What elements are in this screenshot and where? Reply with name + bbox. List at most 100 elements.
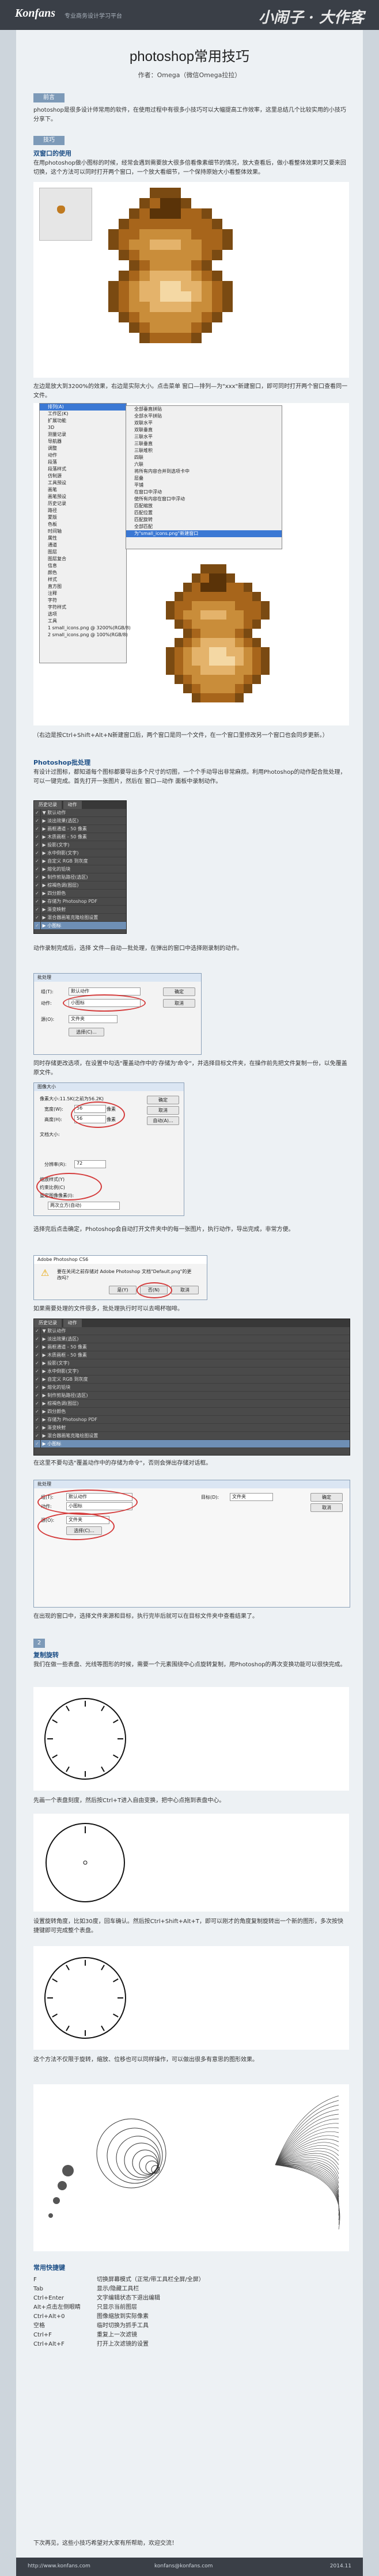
check-icon[interactable]: ✓ [34,1343,41,1351]
check-icon[interactable]: ✓ [34,833,41,841]
action-row[interactable]: ✓ ▶ 投影(文字) [34,1359,350,1367]
action-row[interactable]: ✓ ▶ 木质画框 - 50 像素 [34,1351,350,1359]
menu-item[interactable]: 仿制源 [40,473,126,480]
action-row[interactable]: ✓ ▶ 混合器画笔克隆绘图设置 [34,1432,350,1440]
menu-item[interactable]: 时间轴 [40,528,126,535]
action-row[interactable]: ✓ ▼ 默认动作 [34,1327,350,1335]
menu-item[interactable]: 排列(A) [40,404,126,411]
check-icon[interactable]: ✓ [34,1384,41,1391]
action-row[interactable]: ✓ ▶ 熔化的铅块 [34,1384,350,1392]
action-row[interactable]: ✓ ▶ 木质画框 - 50 像素 [34,833,126,841]
check-icon[interactable]: ✓ [34,1416,41,1423]
footer-email[interactable]: konfans@konfans.com [154,2563,213,2569]
menu-item[interactable]: 匹配缩放 [126,503,282,510]
ok-button[interactable]: 确定 [163,987,195,996]
menu-item[interactable]: 颜色 [40,569,126,576]
menu-item[interactable]: 图层复合 [40,556,126,563]
menu-item[interactable]: 字符 [40,597,126,604]
choose-button[interactable]: 选择(C)... [69,1028,104,1036]
action-row[interactable]: ✓ ▶ 画框通道 - 50 像素 [34,1343,350,1351]
action-row[interactable]: ✓ ▶ 水中倒影(文字) [34,849,126,857]
check-icon[interactable]: ✓ [34,1327,41,1335]
menu-item[interactable]: 平铺 [126,482,282,489]
check-icon[interactable]: ✓ [34,914,41,921]
size-auto-button[interactable]: 自动(A)... [147,1116,179,1125]
check-icon[interactable]: ✓ [34,841,41,849]
menu-item[interactable]: 四联 [126,454,282,461]
check-icon[interactable]: ✓ [34,906,41,913]
menu-item[interactable]: 工具 [40,618,126,625]
menu-item[interactable]: 属性 [40,535,126,542]
menu-item[interactable]: 注释 [40,590,126,597]
check-icon[interactable]: ✓ [34,1408,41,1415]
menu-item[interactable]: 扩展功能 [40,417,126,424]
menu-item[interactable]: 通道 [40,542,126,549]
menu-item[interactable]: 图层 [40,549,126,556]
action-row[interactable]: ✓ ▶ 投影(文字) [34,841,126,849]
action-row[interactable]: ✓ ▶ 熔化的铅块 [34,865,126,873]
menu-item[interactable]: 信息 [40,563,126,569]
tab-history[interactable]: 历史记录 [34,801,62,809]
menu-item[interactable]: 全部匹配 [126,523,282,530]
menu-item[interactable]: 导航器 [40,438,126,445]
tab-actions[interactable]: 动作 [63,801,82,809]
check-icon[interactable]: ✓ [34,1432,41,1439]
menu-item[interactable]: 样式 [40,576,126,583]
actions-panel[interactable]: 历史记录 动作 ✓ ▼ 默认动作 ✓ ▶ 淡出效果(选区) ✓ ▶ 画框通道 - 5… [33,800,127,934]
check-icon[interactable]: ✓ [34,1335,41,1343]
menu-item[interactable]: 字符样式 [40,604,126,611]
check-icon[interactable]: ✓ [34,1424,41,1431]
action-row[interactable]: ✓ ▶ 自定义 RGB 到灰度 [34,857,126,865]
menu-item[interactable]: 匹配位置 [126,510,282,516]
arrange-submenu[interactable]: 全部垂直拼贴 全部水平拼贴 双联水平 双联垂直 三联水平 三联垂直 三联堆积 四联 六联 将所有内… [126,405,282,549]
menu-item[interactable]: 三联堆积 [126,447,282,454]
menu-item[interactable]: 匹配旋转 [126,516,282,523]
check-icon[interactable]: ✓ [34,817,41,825]
menu-item[interactable]: 画笔预设 [40,493,126,500]
check-icon[interactable]: ✓ [34,882,41,889]
action-row[interactable]: ✓ ▶ 水中倒影(文字) [34,1367,350,1376]
action-row[interactable]: ✓ ▶ 淡出效果(选区) [34,817,126,825]
check-icon[interactable]: ✓ [34,809,41,816]
menu-item[interactable]: 双联水平 [126,420,282,427]
batch-ok-button[interactable]: 确定 [310,1493,343,1502]
alert-cancel-button[interactable]: 取消 [171,1286,199,1294]
resample-select[interactable]: 两次立方(自动) [48,1202,120,1210]
menu-item[interactable]: 三联垂直 [126,440,282,447]
menu-item[interactable]: 双联垂直 [126,427,282,434]
action-row[interactable]: ✓ ▶ 四分颜色 [34,890,126,898]
menu-item[interactable]: 2 small_icons.png @ 100%(RGB/8) [40,632,128,639]
check-icon[interactable]: ✓ [34,890,41,897]
action-row[interactable]: ✓ ▶ 存储为 Photoshop PDF [34,898,126,906]
check-icon[interactable]: ✓ [34,1359,41,1367]
menu-item[interactable]: 路径 [40,507,126,514]
menu-item[interactable]: 段落样式 [40,466,126,473]
menu-item[interactable]: 测量记录 [40,431,126,438]
action-row[interactable]: ✓ ▶ 渐变映射 [34,1424,350,1432]
batch-cancel-button[interactable]: 取消 [310,1503,343,1512]
menu-item[interactable]: 画笔 [40,487,126,493]
check-icon[interactable]: ✓ [34,849,41,857]
site-logo[interactable]: Konfans [15,7,55,20]
menu-item[interactable]: 层叠 [126,475,282,482]
check-icon[interactable]: ✓ [34,873,41,881]
action-row[interactable]: ✓ ▶ 小图标 [34,922,126,930]
tab-history-2[interactable]: 历史记录 [34,1319,62,1327]
menu-item[interactable]: 色板 [40,521,126,528]
action-row[interactable]: ✓ ▶ 自定义 RGB 到灰度 [34,1376,350,1384]
action-row[interactable]: ✓ ▶ 制作剪贴路径(选区) [34,873,126,882]
menu-item[interactable]: 六联 [126,461,282,468]
menu-item[interactable]: 动作 [40,452,126,459]
check-icon[interactable]: ✓ [34,1376,41,1383]
check-icon[interactable]: ✓ [34,1400,41,1407]
menu-item[interactable]: 直方图 [40,583,126,590]
action-row[interactable]: ✓ ▶ 存储为 Photoshop PDF [34,1416,350,1424]
menu-item[interactable]: 使所有内容在窗口中浮动 [126,496,282,503]
check-icon[interactable]: ✓ [34,1351,41,1359]
footer-website[interactable]: http://www.konfans.com [28,2563,90,2569]
action-row[interactable]: ✓ ▶ 淡出效果(选区) [34,1335,350,1343]
menu-item[interactable]: 全部水平拼贴 [126,413,282,420]
action-row[interactable]: ✓ ▶ 渐变映射 [34,906,126,914]
menu-item[interactable]: 工作区(K) [40,411,126,417]
check-icon[interactable]: ✓ [34,865,41,873]
